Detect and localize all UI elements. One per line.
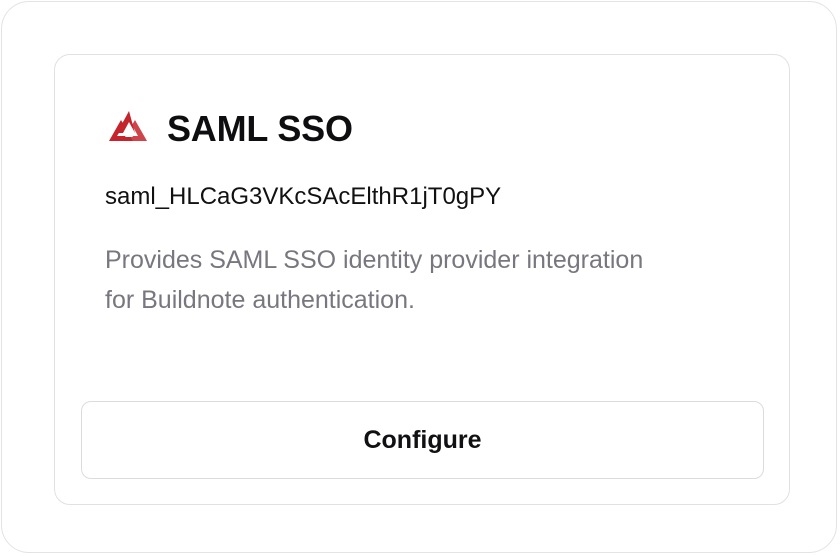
configure-button[interactable]: Configure — [81, 401, 764, 479]
saml-logo-icon — [105, 107, 151, 151]
configure-button-label: Configure — [363, 425, 482, 454]
card-header: SAML SSO — [105, 107, 353, 151]
outer-frame: SAML SSO saml_HLCaG3VKcSAcElthR1jT0gPY P… — [1, 1, 837, 553]
card-title: SAML SSO — [167, 108, 353, 149]
integration-card: SAML SSO saml_HLCaG3VKcSAcElthR1jT0gPY P… — [54, 54, 790, 505]
integration-description: Provides SAML SSO identity provider inte… — [105, 246, 644, 314]
integration-identifier: saml_HLCaG3VKcSAcElthR1jT0gPY — [105, 183, 502, 210]
